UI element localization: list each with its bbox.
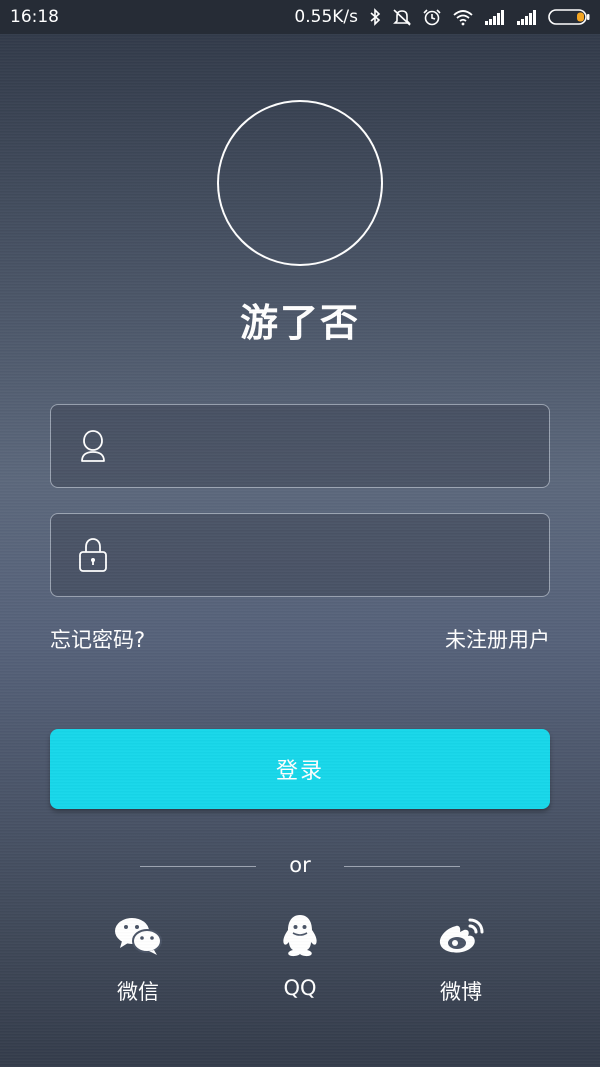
avatar[interactable] xyxy=(217,100,383,266)
forgot-password-link[interactable]: 忘记密码? xyxy=(50,624,145,654)
lock-icon xyxy=(73,535,113,575)
register-link[interactable]: 未注册用户 xyxy=(445,624,550,654)
wifi-icon xyxy=(453,10,473,26)
password-field[interactable] xyxy=(50,513,550,597)
weibo-icon xyxy=(435,912,487,960)
login-screen: 16:18 0.55K/s 游了否 忘记密码? 未注册用户 登录 or 微信 Q… xyxy=(0,0,600,1067)
divider-line-right xyxy=(344,866,460,867)
alarm-icon xyxy=(423,9,441,26)
bluetooth-icon xyxy=(370,8,381,26)
weibo-login-button[interactable]: 微博 xyxy=(401,912,521,1006)
weibo-label: 微博 xyxy=(440,980,482,1004)
username-field[interactable] xyxy=(50,404,550,488)
username-input[interactable] xyxy=(129,415,549,477)
battery-icon xyxy=(548,9,590,25)
login-button[interactable]: 登录 xyxy=(50,729,550,809)
wechat-label: 微信 xyxy=(117,980,159,1004)
wechat-login-button[interactable]: 微信 xyxy=(78,912,198,1006)
status-bar: 16:18 0.55K/s xyxy=(0,0,600,34)
password-input[interactable] xyxy=(129,524,549,586)
qq-icon xyxy=(274,912,326,960)
status-time: 16:18 xyxy=(10,7,59,27)
status-icons: 0.55K/s xyxy=(294,7,590,27)
wechat-icon xyxy=(112,912,164,960)
app-name: 游了否 xyxy=(239,301,360,345)
network-speed: 0.55K/s xyxy=(294,7,358,27)
signal-icon xyxy=(517,10,536,25)
qq-label: QQ xyxy=(283,976,317,1000)
signal-icon xyxy=(485,10,504,25)
mute-icon xyxy=(393,9,411,26)
qq-login-button[interactable]: QQ xyxy=(240,912,360,1000)
user-icon xyxy=(73,426,113,466)
divider-text: or xyxy=(289,853,311,877)
